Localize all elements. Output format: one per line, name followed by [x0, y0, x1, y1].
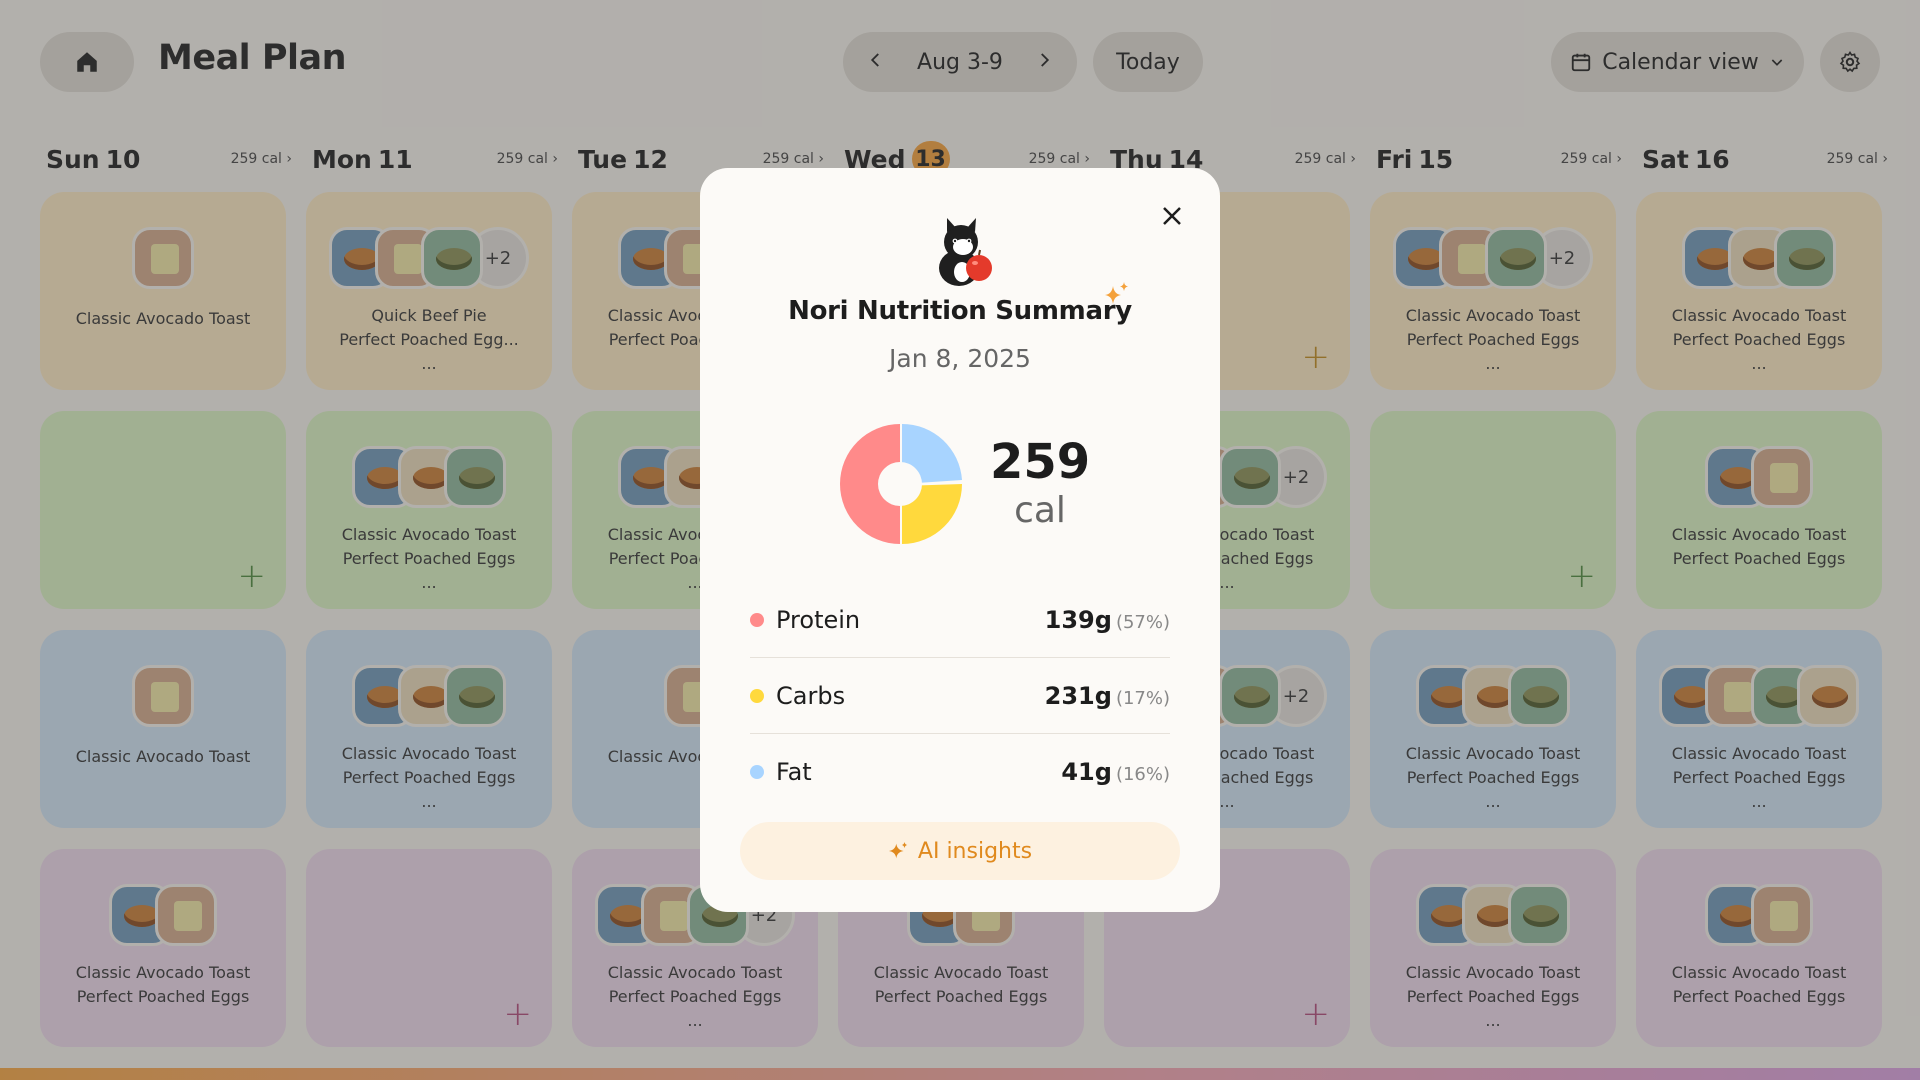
- sparkle-icon: [1105, 282, 1128, 304]
- macro-donut-chart: [840, 423, 962, 544]
- nutrition-summary-modal: Nori Nutrition Summary Jan 8, 2025 259 c…: [700, 168, 1220, 912]
- fat-dot-icon: [750, 765, 764, 779]
- macro-grams: 41g: [1061, 758, 1112, 786]
- sparkle-icon: [888, 841, 908, 859]
- modal-title: Nori Nutrition Summary: [788, 296, 1132, 326]
- protein-dot-icon: [750, 612, 764, 627]
- close-button[interactable]: [1154, 198, 1190, 234]
- macro-row-fat: Fat 41g (16%): [750, 734, 1170, 810]
- macro-label: Fat: [776, 758, 812, 786]
- macro-row-protein: Protein 139g (57%): [750, 582, 1170, 658]
- ai-insights-label: AI insights: [917, 838, 1033, 864]
- macro-row-carbs: Carbs 231g (17%): [750, 658, 1170, 734]
- modal-date: Jan 8, 2025: [889, 344, 1031, 373]
- macro-label: Carbs: [776, 681, 846, 710]
- cat-mascot-icon: [939, 218, 992, 286]
- macro-percent: (16%): [1115, 764, 1170, 785]
- macro-percent: (17%): [1115, 687, 1170, 709]
- macro-grams: 139g: [1044, 605, 1112, 634]
- macro-list: Protein 139g (57%) Carbs 231g (17%) Fat 41…: [750, 582, 1170, 810]
- calorie-unit: cal: [1014, 490, 1066, 531]
- carbs-dot-icon: [750, 688, 764, 703]
- calorie-total: 259: [990, 434, 1091, 490]
- ai-insights-button[interactable]: AI insights: [740, 822, 1180, 880]
- macro-percent: (57%): [1115, 611, 1170, 633]
- close-icon: [1163, 207, 1181, 225]
- macro-label: Protein: [776, 605, 861, 634]
- macro-grams: 231g: [1044, 681, 1112, 710]
